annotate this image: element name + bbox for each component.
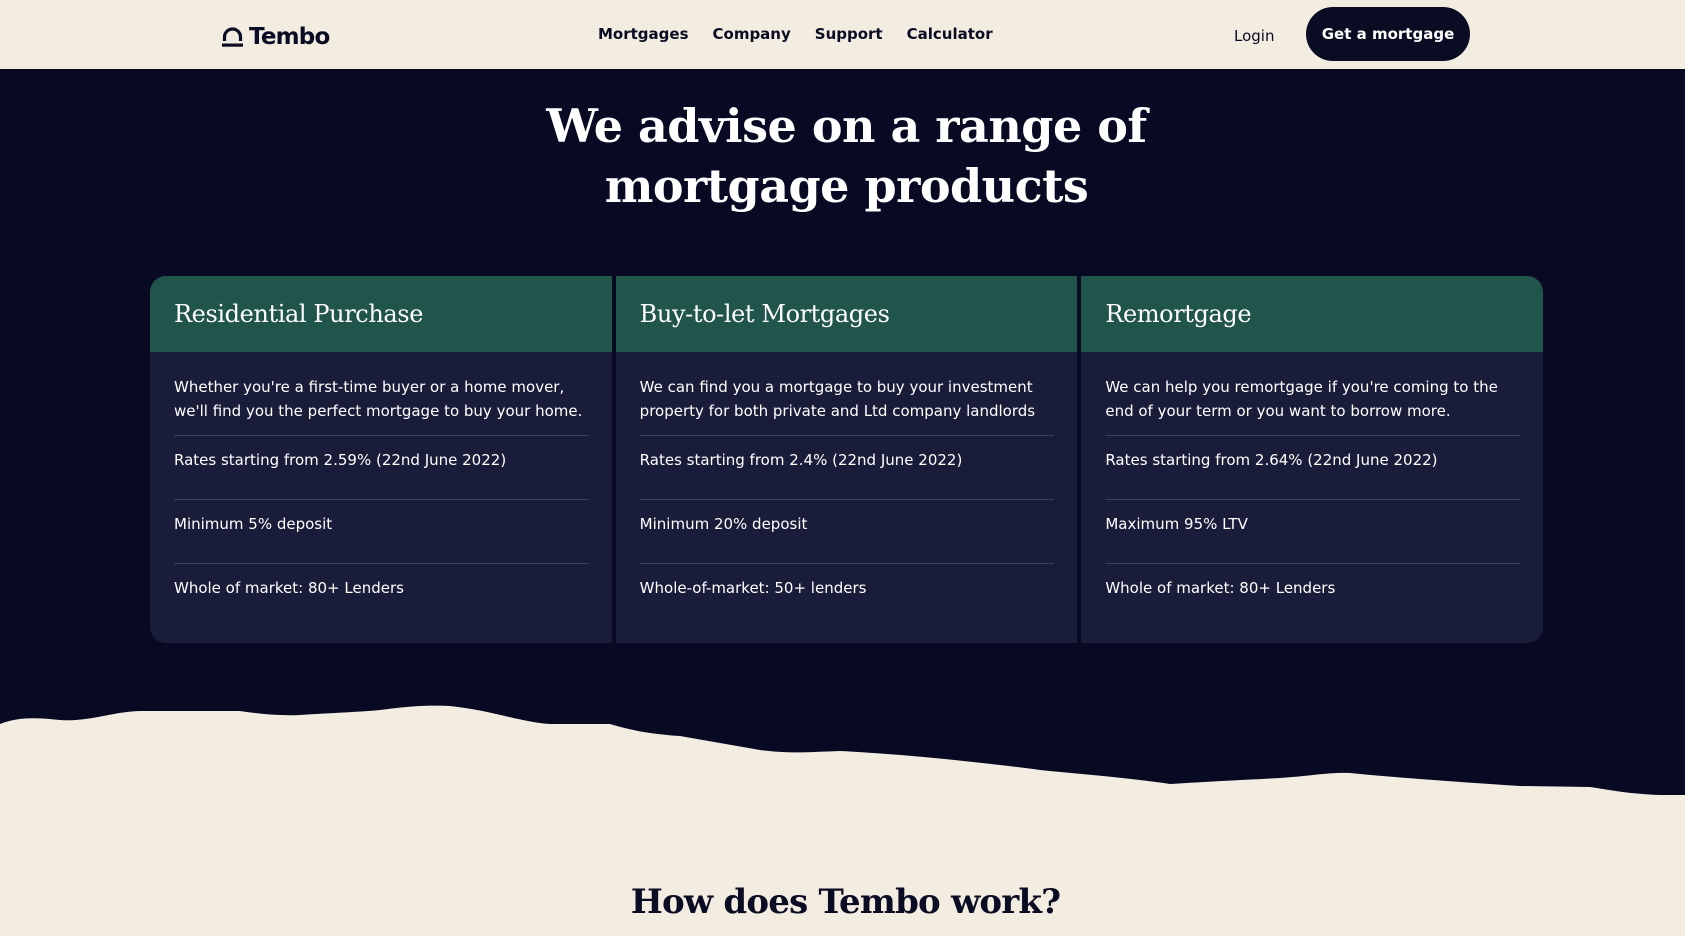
card-title: Buy-to-let Mortgages <box>639 300 890 328</box>
how-it-works-title: How does Tembo work? <box>630 882 1061 922</box>
card-header: Residential Purchase <box>150 276 612 352</box>
nav-mortgages[interactable]: Mortgages <box>598 22 689 46</box>
card-title: Remortgage <box>1105 300 1252 328</box>
product-card-residential: Residential Purchase Whether you're a fi… <box>150 276 612 643</box>
card-description: Whether you're a first-time buyer or a h… <box>174 352 589 436</box>
card-body: We can help you remortgage if you're com… <box>1081 352 1543 628</box>
card-body: Whether you're a first-time buyer or a h… <box>150 352 612 628</box>
tembo-logo-icon <box>222 27 243 47</box>
card-feature-deposit: Minimum 5% deposit <box>174 500 589 564</box>
card-feature-lenders: Whole-of-market: 50+ lenders <box>639 579 867 597</box>
nav-calculator[interactable]: Calculator <box>907 22 993 46</box>
card-feature-lenders: Whole of market: 80+ Lenders <box>174 579 404 597</box>
main-nav: Mortgages Company Support Calculator <box>598 22 993 46</box>
nav-support[interactable]: Support <box>815 22 883 46</box>
logo-text: Tembo <box>249 24 330 50</box>
card-feature-rate: Rates starting from 2.64% (22nd June 202… <box>1105 436 1521 500</box>
card-feature-lenders: Whole of market: 80+ Lenders <box>1105 579 1336 597</box>
card-title: Residential Purchase <box>174 300 424 328</box>
product-card-remortgage: Remortgage We can help you remortgage if… <box>1081 276 1543 643</box>
products-title-line-2: mortgage products <box>604 159 1089 213</box>
card-body: We can find you a mortgage to buy your i… <box>616 352 1078 628</box>
get-mortgage-button[interactable]: Get a mortgage <box>1306 7 1470 61</box>
card-header: Buy-to-let Mortgages <box>615 276 1078 352</box>
tembo-logo[interactable]: Tembo <box>222 22 330 52</box>
site-header: Tembo Mortgages Company Support Calculat… <box>0 0 1685 69</box>
products-title: We advise on a range of mortgage product… <box>0 96 1685 216</box>
card-feature-deposit: Minimum 20% deposit <box>639 500 1055 564</box>
card-header: Remortgage <box>1081 276 1543 352</box>
card-description: We can find you a mortgage to buy your i… <box>639 352 1055 436</box>
products-title-line-1: We advise on a range of <box>546 99 1147 153</box>
login-link[interactable]: Login <box>1234 24 1274 48</box>
nav-company[interactable]: Company <box>713 22 791 46</box>
product-card-buy-to-let: Buy-to-let Mortgages We can find you a m… <box>615 276 1078 643</box>
card-feature-rate: Rates starting from 2.4% (22nd June 2022… <box>639 436 1055 500</box>
product-cards: Residential Purchase Whether you're a fi… <box>150 276 1543 643</box>
card-feature-rate: Rates starting from 2.59% (22nd June 202… <box>174 436 589 500</box>
card-description: We can help you remortgage if you're com… <box>1105 352 1521 436</box>
card-feature-ltv: Maximum 95% LTV <box>1105 500 1521 564</box>
